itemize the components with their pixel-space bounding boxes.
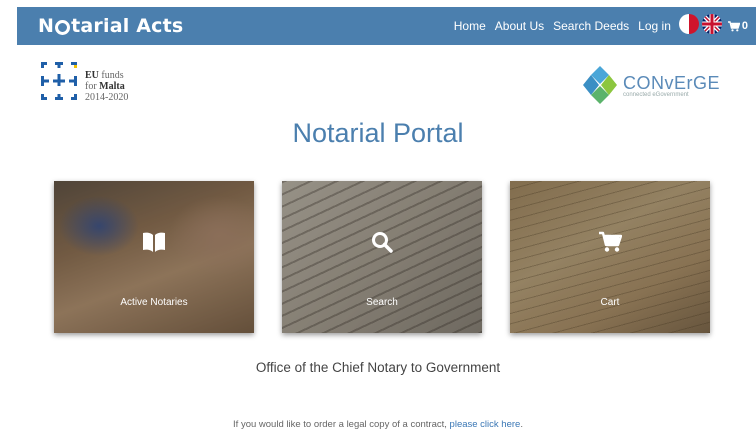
cart-icon (599, 231, 622, 252)
legal-copy-note: If you would like to order a legal copy … (0, 419, 756, 430)
navbar-cart-link[interactable]: 0 (727, 20, 748, 32)
eu-malta-label: Malta (99, 81, 125, 92)
eu-funds-text: EU funds for Malta 2014-2020 (85, 70, 128, 103)
cart-icon (727, 20, 740, 31)
eu-years-label: 2014-2020 (85, 92, 129, 103)
cart-count: 0 (741, 20, 748, 32)
legal-copy-text: If you would like to order a legal copy … (233, 419, 450, 430)
search-icon (372, 232, 393, 253)
eu-label: EU (85, 70, 99, 81)
legal-copy-link[interactable]: please click here (450, 419, 521, 430)
brand-logo[interactable]: Ntarial Acts (38, 15, 183, 37)
eu-funds-mark-icon (41, 62, 77, 100)
page-title: Notarial Portal (292, 118, 464, 148)
office-text: Office of the Chief Notary to Government (255, 360, 501, 375)
nav-links: Home About Us Search Deeds Log in 0 (445, 7, 748, 45)
legal-copy-end: . (520, 419, 523, 430)
book-icon (143, 232, 165, 252)
brand-suffix: tarial Acts (71, 15, 184, 37)
converge-name: CONvErGE (622, 72, 720, 93)
nav-login-link[interactable]: Log in (638, 19, 671, 33)
uk-flag-icon[interactable] (701, 13, 722, 39)
search-label: Search (366, 297, 398, 308)
converge-mark-icon (582, 66, 617, 104)
converge-logo: CONvErGE connected eGovernment (581, 64, 720, 106)
brand-prefix: N (38, 15, 55, 37)
cart-label: Cart (600, 297, 620, 308)
active-notaries-label: Active Notaries (120, 297, 188, 308)
eu-funds-label: funds (101, 70, 124, 81)
nav-about-link[interactable]: About Us (495, 19, 544, 33)
brand-o-icon (55, 19, 71, 35)
search-card[interactable]: Search (282, 181, 482, 333)
cart-card[interactable]: Cart (510, 181, 710, 333)
nav-search-deeds-link[interactable]: Search Deeds (553, 19, 629, 33)
top-navbar: Ntarial Acts Home About Us Search Deeds … (17, 7, 756, 45)
malta-flag-icon[interactable] (678, 13, 699, 39)
nav-home-link[interactable]: Home (454, 19, 486, 33)
active-notaries-card[interactable]: Active Notaries (54, 181, 254, 333)
eu-funds-logo: EU funds for Malta 2014-2020 (39, 60, 128, 103)
eu-for-label: for (85, 81, 97, 92)
